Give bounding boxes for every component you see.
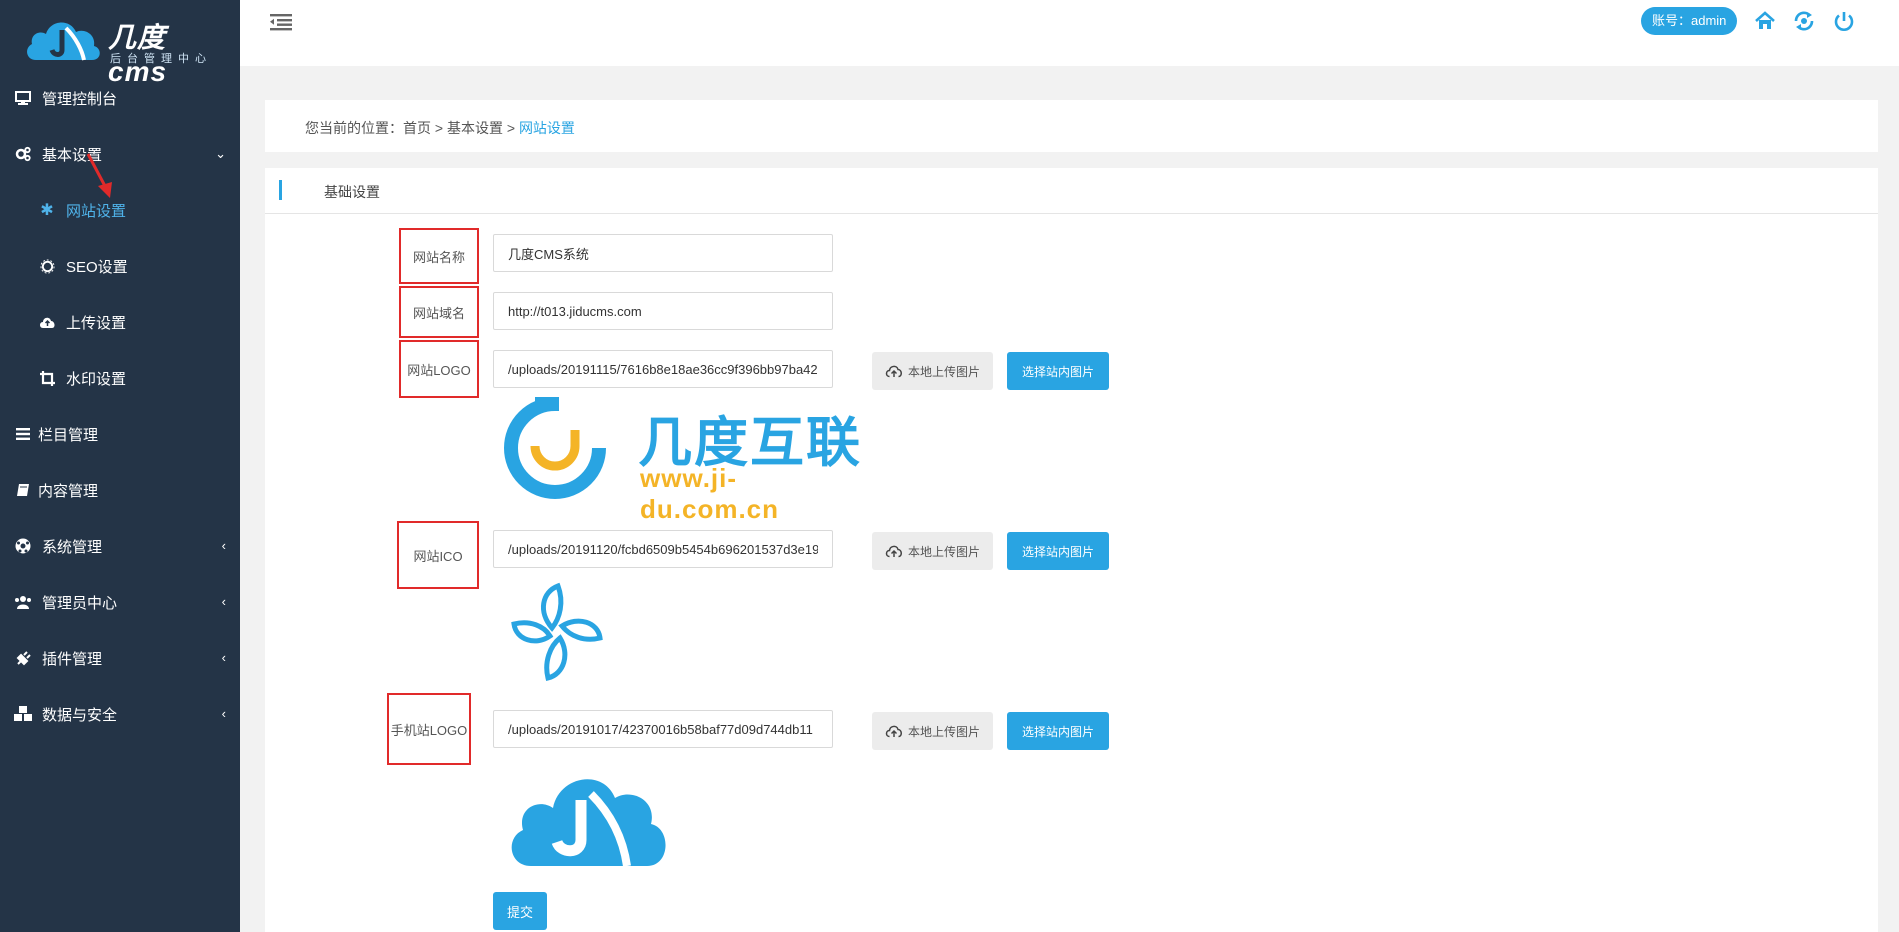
cubes-icon [14, 705, 32, 723]
sidebar-item-label: 上传设置 [66, 314, 127, 332]
breadcrumb-separator: > [431, 120, 447, 136]
mobile-logo-label: 手机站LOGO [387, 693, 471, 765]
breadcrumb: 您当前的位置：首页 > 基本设置 > 网站设置 [265, 100, 1878, 152]
fan-leaf-icon [511, 582, 603, 682]
crop-icon [38, 369, 56, 387]
sidebar-nav: 管理控制台 基本设置 ⌄ ✱ 网站设置 SEO设置 上传设置 水印设置 栏目管理 [0, 70, 240, 742]
chevron-left-icon: ‹ [221, 650, 226, 665]
site-logo-label: 网站LOGO [399, 340, 479, 398]
site-name-label: 网站名称 [399, 228, 479, 284]
sidebar-item-label: 管理员中心 [42, 594, 118, 612]
breadcrumb-prefix: 您当前的位置： [305, 120, 403, 136]
cloud-logo-icon [511, 779, 666, 867]
panel-header: 基础设置 [265, 168, 1878, 214]
site-domain-label: 网站域名 [399, 286, 479, 338]
cloud-upload-icon [885, 545, 902, 558]
settings-panel: 基础设置 网站名称 网站域名 网站LOGO 本地上传图片 选择站内图片 几度互联… [265, 168, 1878, 932]
site-logo-upload-button[interactable]: 本地上传图片 [872, 352, 993, 390]
sidebar-item-label: 内容管理 [38, 482, 99, 500]
gears-icon [14, 145, 32, 163]
upload-local-label: 本地上传图片 [907, 544, 980, 559]
sidebar-item-upload-settings[interactable]: 上传设置 [0, 294, 240, 350]
breadcrumb-section[interactable]: 基本设置 [447, 120, 503, 136]
cloud-upload-icon [885, 725, 902, 738]
soccer-icon [14, 537, 32, 555]
site-domain-input[interactable] [493, 292, 833, 330]
refresh-icon[interactable] [1792, 9, 1816, 33]
site-logo-pick-button[interactable]: 选择站内图片 [1007, 352, 1109, 390]
sidebar-item-basic-settings[interactable]: 基本设置 ⌄ [0, 126, 240, 182]
sidebar-item-site-settings[interactable]: ✱ 网站设置 [0, 182, 240, 238]
pick-site-image-label: 选择站内图片 [1021, 364, 1094, 379]
sidebar-item-plugin-management[interactable]: 插件管理 ‹ [0, 630, 240, 686]
chevron-down-icon: ⌄ [215, 146, 226, 161]
app-logo[interactable]: 几度cms 后台管理中心 [24, 10, 224, 87]
sidebar-item-system-management[interactable]: 系统管理 ‹ [0, 518, 240, 574]
sidebar-item-label: 栏目管理 [38, 426, 99, 444]
site-ico-input[interactable] [493, 530, 833, 568]
site-name-input[interactable] [493, 234, 833, 272]
breadcrumb-separator: > [502, 120, 519, 136]
sidebar-item-label: 管理控制台 [42, 90, 118, 108]
pick-site-image-label: 选择站内图片 [1021, 544, 1094, 559]
book-icon [14, 481, 32, 499]
chevron-left-icon: ‹ [221, 538, 226, 553]
users-icon [14, 593, 32, 611]
panel-accent-bar [279, 180, 282, 200]
chevron-left-icon: ‹ [221, 706, 226, 721]
asterisk-icon: ✱ [40, 202, 54, 219]
sidebar-item-label: SEO设置 [66, 258, 128, 276]
mobile-logo-upload-button[interactable]: 本地上传图片 [872, 712, 993, 750]
cloud-upload-icon [38, 313, 56, 331]
logo-preview-url: www.ji-du.com.cn [640, 463, 780, 524]
site-ico-label: 网站ICO [397, 521, 479, 589]
sidebar-item-column-management[interactable]: 栏目管理 [0, 406, 240, 462]
mobile-logo-preview [505, 758, 670, 870]
sidebar-item-label: 系统管理 [42, 538, 103, 556]
breadcrumb-home[interactable]: 首页 [403, 120, 431, 136]
account-badge[interactable]: 账号：admin [1641, 7, 1738, 35]
sidebar-item-admin-center[interactable]: 管理员中心 ‹ [0, 574, 240, 630]
cloud-upload-icon [885, 365, 902, 378]
chevron-left-icon: ‹ [221, 594, 226, 609]
sidebar: 几度cms 后台管理中心 管理控制台 基本设置 ⌄ ✱ 网站设置 SEO设置 上… [0, 0, 240, 932]
sidebar-item-watermark-settings[interactable]: 水印设置 [0, 350, 240, 406]
power-icon[interactable] [1832, 9, 1856, 33]
list-icon [14, 425, 32, 443]
gear-icon [38, 257, 56, 275]
top-bar: 账号：admin [240, 0, 1899, 66]
site-ico-upload-button[interactable]: 本地上传图片 [872, 532, 993, 570]
sidebar-item-dashboard[interactable]: 管理控制台 [0, 70, 240, 126]
monitor-icon [14, 89, 32, 107]
upload-local-label: 本地上传图片 [907, 364, 980, 379]
upload-local-label: 本地上传图片 [907, 724, 980, 739]
pick-site-image-label: 选择站内图片 [1021, 724, 1094, 739]
plug-icon [14, 649, 32, 667]
sidebar-item-seo-settings[interactable]: SEO设置 [0, 238, 240, 294]
sidebar-item-content-management[interactable]: 内容管理 [0, 462, 240, 518]
site-logo-preview: 几度互联 www.ji-du.com.cn [503, 394, 873, 524]
brand-subtitle: 后台管理中心 [110, 53, 212, 65]
sidebar-item-label: 插件管理 [42, 650, 103, 668]
menu-toggle-icon[interactable] [270, 12, 292, 32]
breadcrumb-current: 网站设置 [518, 120, 575, 136]
cloud-logo-icon [27, 22, 100, 61]
site-ico-preview [508, 582, 608, 682]
site-logo-input[interactable] [493, 350, 833, 388]
sidebar-item-label: 网站设置 [66, 202, 127, 220]
panel-title: 基础设置 [324, 184, 380, 200]
site-ico-pick-button[interactable]: 选择站内图片 [1007, 532, 1109, 570]
sidebar-item-label: 水印设置 [66, 370, 127, 388]
mobile-logo-pick-button[interactable]: 选择站内图片 [1007, 712, 1109, 750]
sidebar-item-label: 数据与安全 [42, 706, 118, 724]
sidebar-item-data-security[interactable]: 数据与安全 ‹ [0, 686, 240, 742]
mobile-logo-input[interactable] [493, 710, 833, 748]
annotation-arrow-icon [86, 153, 112, 198]
jidu-logo-mark-icon [504, 397, 606, 499]
submit-button[interactable]: 提交 [493, 892, 547, 930]
home-icon[interactable] [1753, 9, 1777, 33]
